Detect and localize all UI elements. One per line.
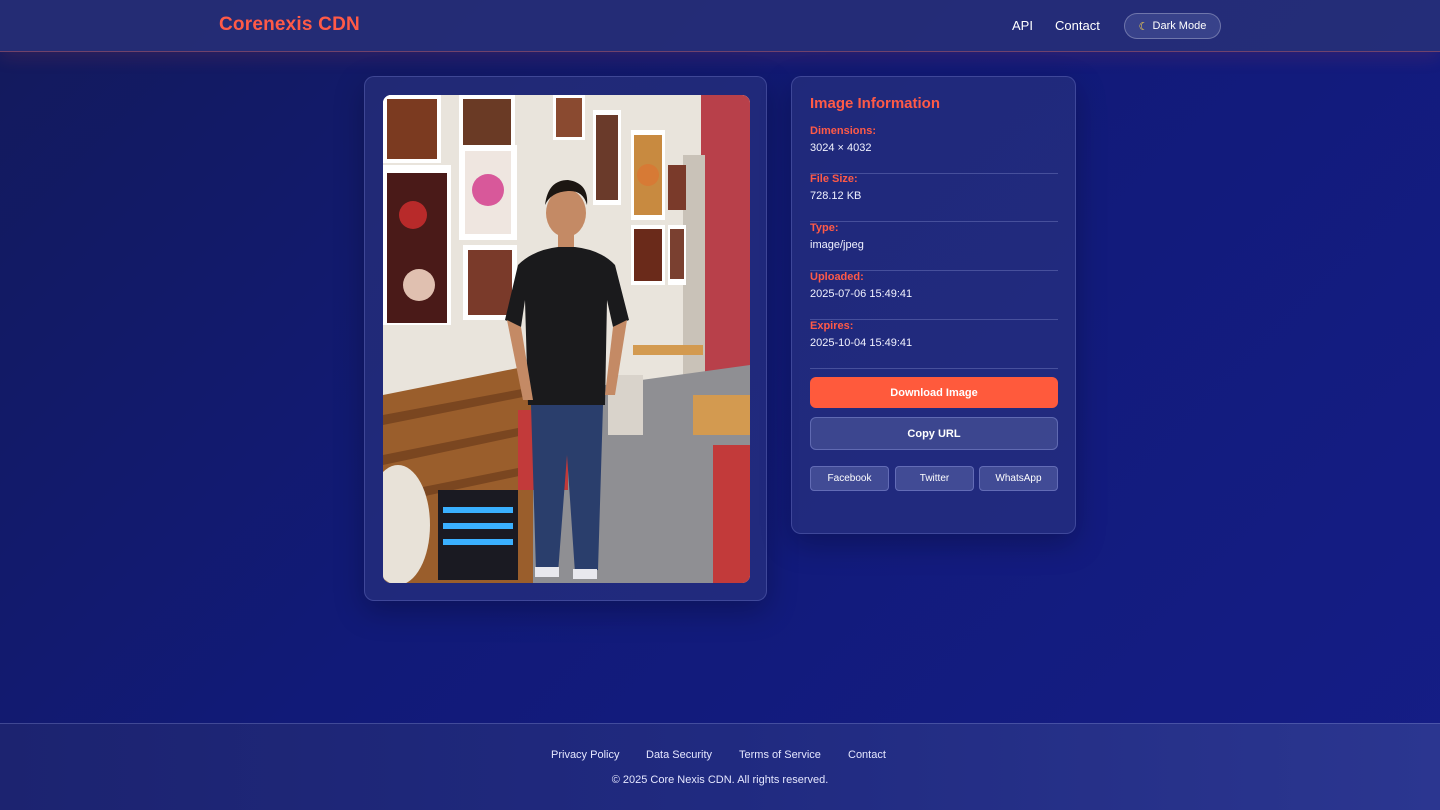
expires-label: Expires: bbox=[810, 320, 854, 332]
uploaded-photo bbox=[383, 95, 750, 583]
share-facebook-button[interactable]: Facebook bbox=[810, 466, 889, 491]
header-bar: Corenexis CDN API Contact ☾ Dark Mode bbox=[0, 0, 1440, 52]
footer-terms-link[interactable]: Terms of Service bbox=[739, 749, 821, 761]
expires-field: Expires: 2025-10-04 15:49:41 bbox=[810, 320, 1058, 369]
footer-data-security-link[interactable]: Data Security bbox=[646, 749, 712, 761]
footer-privacy-policy-link[interactable]: Privacy Policy bbox=[551, 749, 619, 761]
copy-url-button[interactable]: Copy URL bbox=[810, 417, 1058, 450]
uploaded-label: Uploaded: bbox=[810, 271, 864, 283]
nav-api-link[interactable]: API bbox=[1012, 18, 1033, 33]
type-value: image/jpeg bbox=[810, 239, 864, 251]
uploaded-value: 2025-07-06 15:49:41 bbox=[810, 288, 913, 300]
moon-icon: ☾ bbox=[1138, 20, 1149, 33]
nav-contact-link[interactable]: Contact bbox=[1055, 18, 1100, 33]
uploaded-field: Uploaded: 2025-07-06 15:49:41 bbox=[810, 271, 1058, 320]
image-info-panel: Image Information Dimensions: 3024 × 403… bbox=[791, 76, 1076, 534]
file-size-label: File Size: bbox=[810, 173, 858, 185]
image-card bbox=[364, 76, 767, 601]
type-field: Type: image/jpeg bbox=[810, 222, 1058, 271]
download-image-button[interactable]: Download Image bbox=[810, 377, 1058, 408]
dimensions-label: Dimensions: bbox=[810, 125, 877, 137]
share-twitter-button[interactable]: Twitter bbox=[895, 466, 974, 491]
file-size-value: 728.12 KB bbox=[810, 190, 862, 202]
share-whatsapp-button[interactable]: WhatsApp bbox=[979, 466, 1058, 491]
footer: Privacy Policy Data Security Terms of Se… bbox=[0, 723, 1440, 810]
type-label: Type: bbox=[810, 222, 839, 234]
dimensions-field: Dimensions: 3024 × 4032 bbox=[810, 125, 1058, 174]
expires-value: 2025-10-04 15:49:41 bbox=[810, 337, 913, 349]
copyright-text: © 2025 Core Nexis CDN. All rights reserv… bbox=[611, 774, 829, 786]
dimensions-value: 3024 × 4032 bbox=[810, 142, 872, 154]
dark-mode-button[interactable]: ☾ Dark Mode bbox=[1124, 13, 1221, 39]
footer-contact-link[interactable]: Contact bbox=[848, 749, 886, 761]
dark-mode-label: Dark Mode bbox=[1152, 20, 1207, 32]
brand-logo[interactable]: Corenexis CDN bbox=[219, 14, 360, 36]
file-size-field: File Size: 728.12 KB bbox=[810, 173, 1058, 222]
info-title: Image Information bbox=[810, 95, 941, 112]
